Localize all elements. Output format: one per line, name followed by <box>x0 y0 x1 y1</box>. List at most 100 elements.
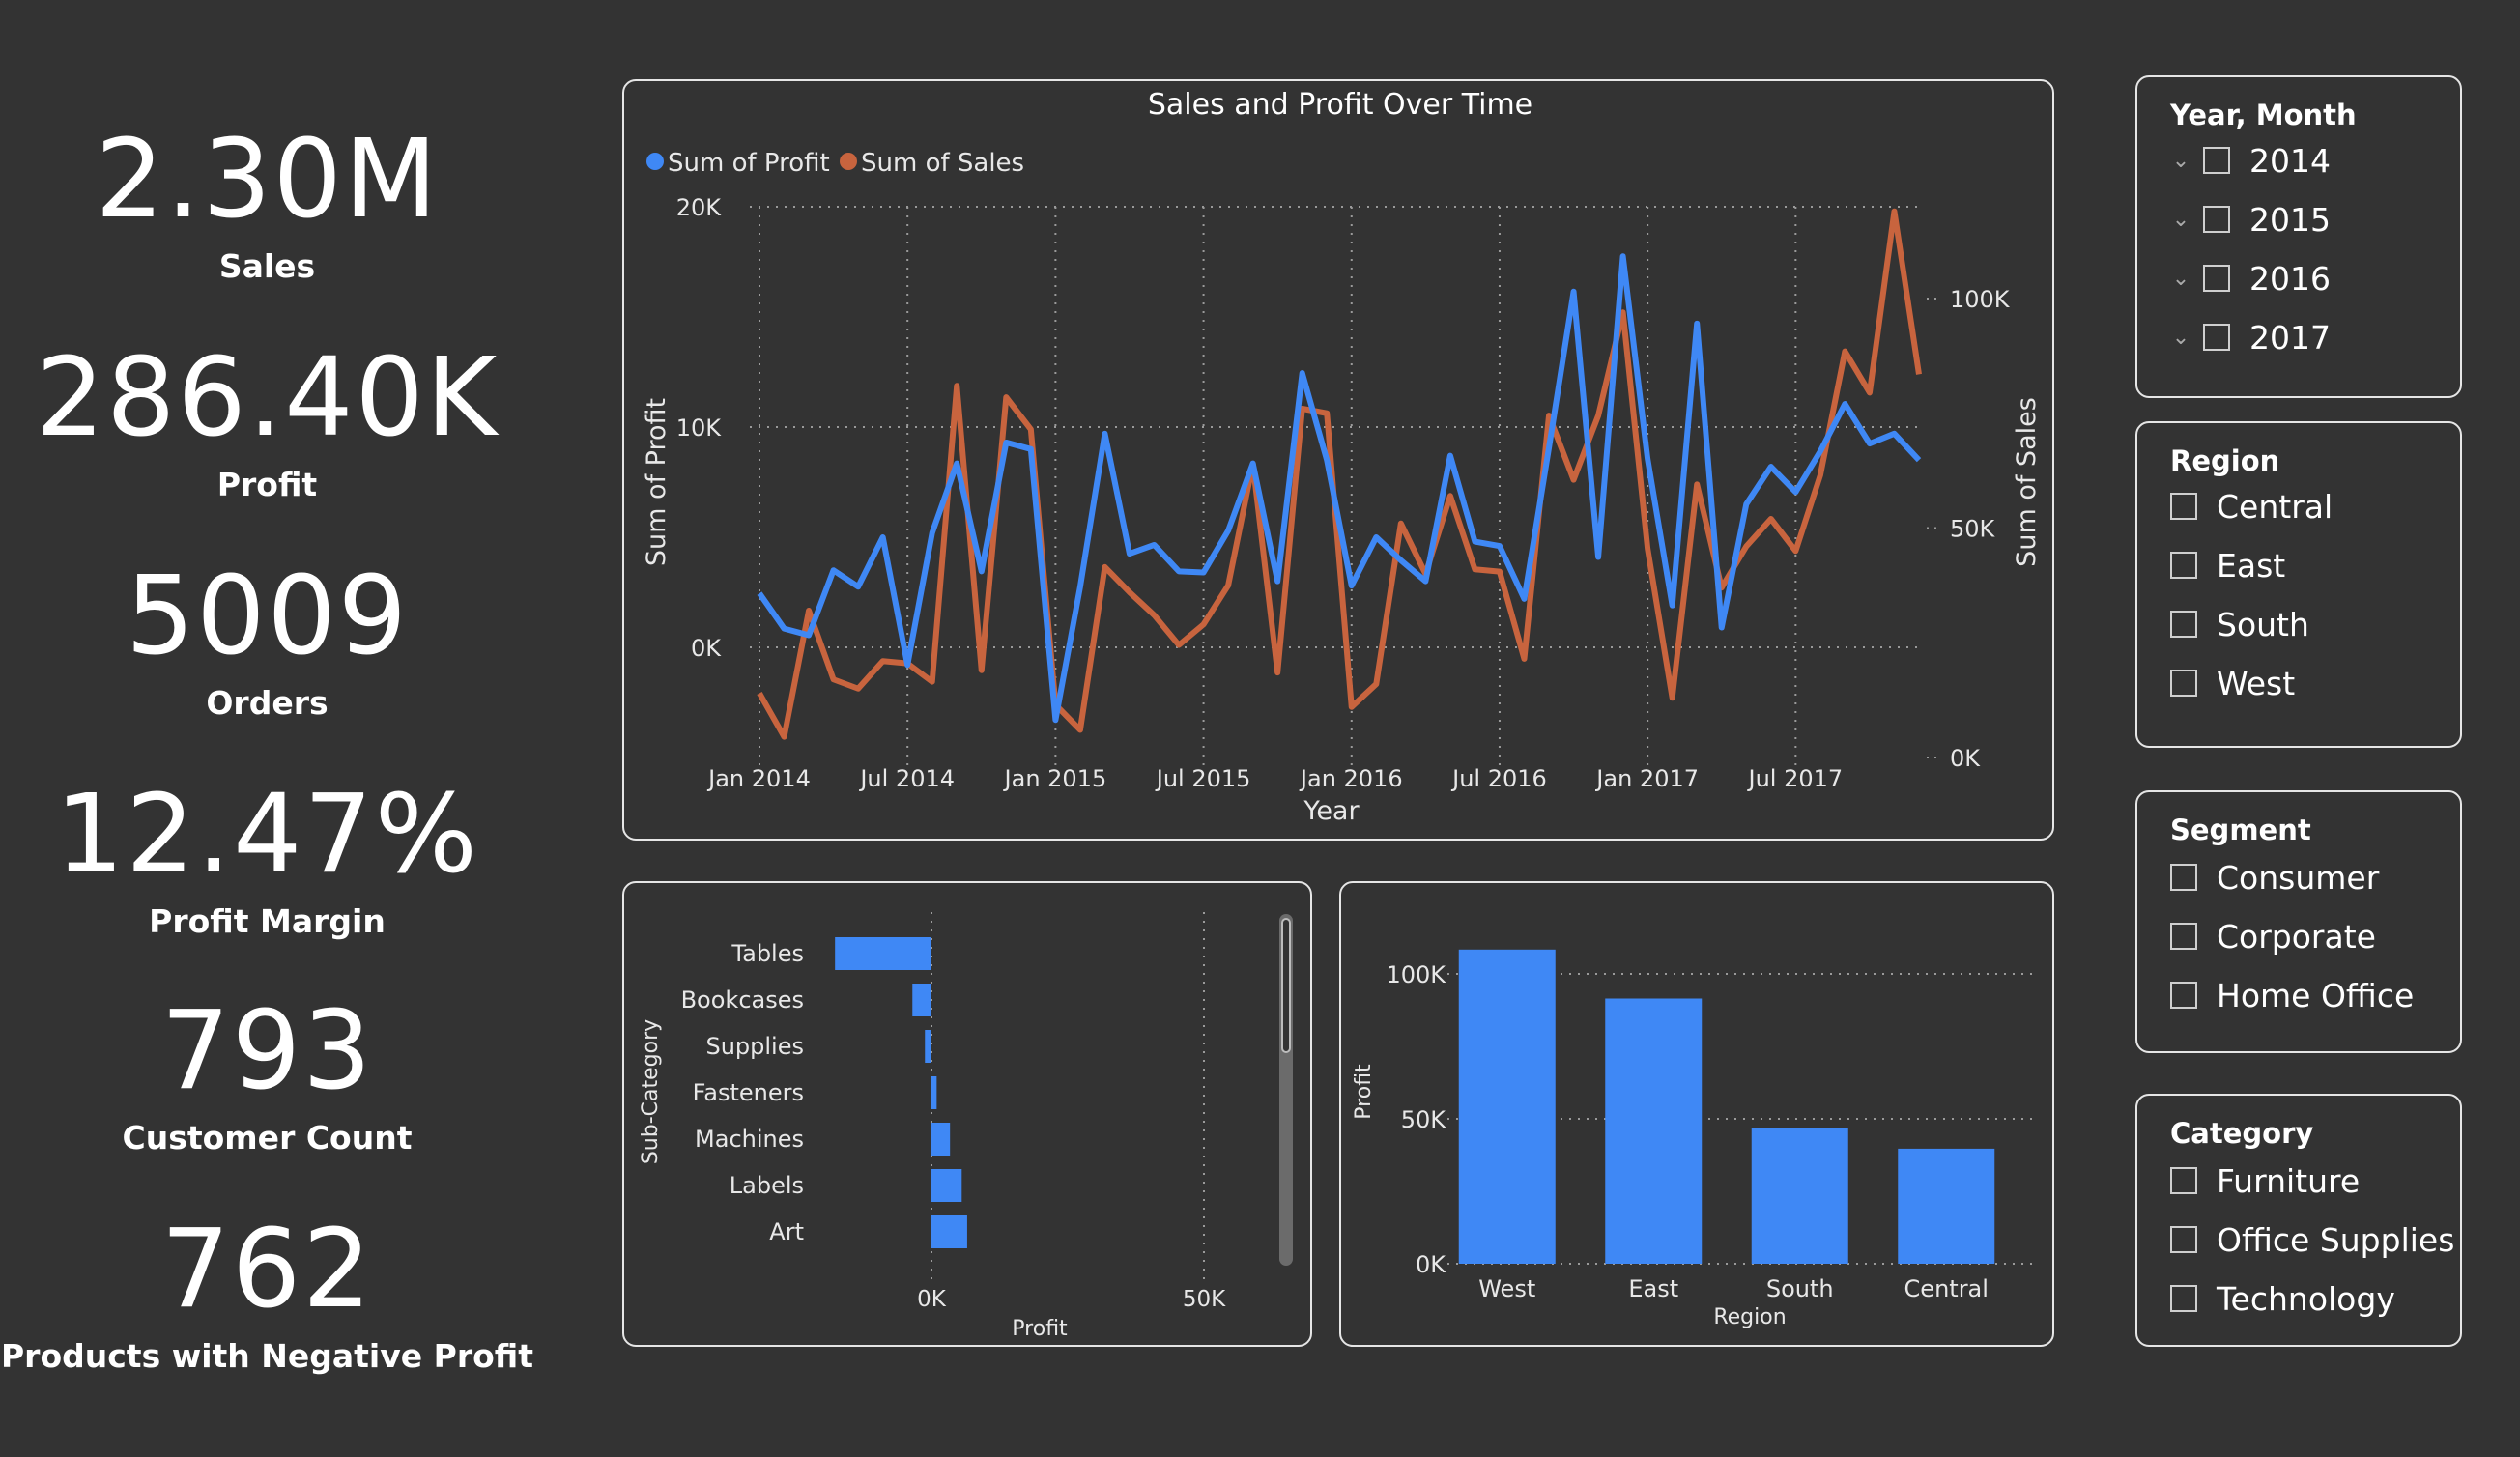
slicer-item-central[interactable]: Central <box>2170 487 2333 526</box>
category-label: Machines <box>695 1126 804 1153</box>
y-tick-label: 0K <box>1416 1251 1446 1278</box>
slicer-item-west[interactable]: West <box>2170 664 2295 702</box>
region-bar-chart[interactable]: 100K 50K 0K West East South Central Region Profi… <box>1341 883 2056 1349</box>
kpi-customer-count: 793 Customer Count <box>0 997 534 1157</box>
kpi-profit: 286.40K Profit <box>0 344 534 503</box>
checkbox[interactable] <box>2170 1167 2197 1194</box>
category-label: Fasteners <box>693 1079 804 1106</box>
slicer-category: Category Furniture Office Supplies Techn… <box>2135 1094 2462 1347</box>
chart-title: Sales and Profit Over Time <box>1148 88 1532 122</box>
slicer-item-corporate[interactable]: Corporate <box>2170 917 2376 956</box>
slicer-item-consumer[interactable]: Consumer <box>2170 858 2379 897</box>
bar-central <box>1898 1148 1995 1264</box>
subcategory-scrollbar-thumb[interactable] <box>1281 918 1291 1053</box>
slicer-segment-title: Segment <box>2170 814 2311 846</box>
checkbox[interactable] <box>2203 265 2230 292</box>
x-axis-title: Profit <box>1012 1317 1068 1341</box>
slicer-item-furniture[interactable]: Furniture <box>2170 1161 2360 1200</box>
slicer-item-label: 2016 <box>2249 259 2331 298</box>
kpi-negative-profit-products-label: Products with Negative Profit <box>1 1337 533 1375</box>
slicer-item-2015[interactable]: ⌄ 2015 <box>2166 200 2331 239</box>
slicer-year-month-title: Year, Month <box>2170 99 2357 131</box>
slicer-category-title: Category <box>2170 1117 2314 1150</box>
y2-axis-title: Sum of Sales <box>2012 397 2042 567</box>
x-tick-label: Jan 2014 <box>706 765 811 792</box>
checkbox[interactable] <box>2170 1226 2197 1253</box>
x-tick-label: Jul 2017 <box>1747 765 1844 792</box>
slicer-region-title: Region <box>2170 444 2280 477</box>
legend-marker-sales <box>840 153 857 170</box>
line-chart-panel[interactable]: Sales and Profit Over Time Sum of Profit S… <box>622 79 2054 841</box>
slicer-year-month: Year, Month ⌄ 2014 ⌄ 2015 ⌄ 2016 ⌄ 2017 <box>2135 75 2462 398</box>
slicer-item-technology[interactable]: Technology <box>2170 1279 2395 1318</box>
subcategory-bar-chart[interactable]: Tables Bookcases Supplies Fasteners Machines… <box>624 883 1314 1349</box>
legend-label-sales: Sum of Sales <box>861 149 1024 178</box>
bar-art <box>931 1215 967 1248</box>
checkbox[interactable] <box>2170 982 2197 1009</box>
checkbox[interactable] <box>2170 552 2197 579</box>
checkbox[interactable] <box>2170 670 2197 697</box>
kpi-customer-count-label: Customer Count <box>122 1119 413 1157</box>
kpi-profit-margin-value: 12.47% <box>54 772 480 898</box>
category-label: Supplies <box>705 1033 804 1060</box>
chevron-down-icon[interactable]: ⌄ <box>2166 267 2195 291</box>
chevron-down-icon[interactable]: ⌄ <box>2166 149 2195 173</box>
x-tick-label: Jul 2014 <box>858 765 955 792</box>
slicer-item-label: 2014 <box>2249 141 2331 180</box>
slicer-item-east[interactable]: East <box>2170 546 2285 585</box>
checkbox[interactable] <box>2170 611 2197 638</box>
x-tick-label: 50K <box>1183 1287 1226 1312</box>
kpi-profit-value: 286.40K <box>35 335 500 461</box>
slicer-item-label: Technology <box>2217 1279 2395 1318</box>
slicer-item-south[interactable]: South <box>2170 605 2309 643</box>
category-label: Tables <box>730 940 804 967</box>
checkbox[interactable] <box>2170 1285 2197 1312</box>
slicer-item-label: 2015 <box>2249 200 2331 239</box>
checkbox[interactable] <box>2203 147 2230 174</box>
y2-tick-label: 0K <box>1950 745 1981 772</box>
slicer-item-2016[interactable]: ⌄ 2016 <box>2166 259 2331 298</box>
slicer-item-label: Office Supplies <box>2217 1220 2455 1259</box>
slicer-item-home-office[interactable]: Home Office <box>2170 976 2414 1014</box>
checkbox[interactable] <box>2170 923 2197 950</box>
y-axis-title: Sub-Category <box>639 1019 663 1164</box>
series-line-sales <box>757 208 1922 740</box>
y-tick-label: 20K <box>676 194 723 221</box>
chevron-down-icon[interactable]: ⌄ <box>2166 208 2195 232</box>
x-axis-title: Region <box>1713 1305 1786 1329</box>
chevron-down-icon[interactable]: ⌄ <box>2166 326 2195 350</box>
slicer-item-label: Home Office <box>2217 976 2415 1014</box>
category-label: Bookcases <box>681 986 804 1014</box>
y2-tick-label: 50K <box>1950 516 1996 543</box>
x-axis-title: Year <box>1303 796 1360 826</box>
kpi-customer-count-value: 793 <box>160 988 374 1114</box>
checkbox[interactable] <box>2203 206 2230 233</box>
slicer-item-office-supplies[interactable]: Office Supplies <box>2170 1220 2454 1259</box>
slicer-item-label: East <box>2217 546 2286 585</box>
bar-machines <box>931 1123 951 1156</box>
checkbox[interactable] <box>2170 864 2197 891</box>
category-label: East <box>1628 1275 1678 1302</box>
slicer-item-2017[interactable]: ⌄ 2017 <box>2166 318 2331 357</box>
y-tick-label: 10K <box>676 414 723 442</box>
slicer-item-2014[interactable]: ⌄ 2014 <box>2166 141 2331 180</box>
slicer-item-label: West <box>2217 664 2296 702</box>
category-label: South <box>1766 1275 1834 1302</box>
slicer-segment: Segment Consumer Corporate Home Office <box>2135 790 2462 1053</box>
slicer-item-label: 2017 <box>2249 318 2331 357</box>
region-chart-panel[interactable]: 100K 50K 0K West East South Central Region Profi… <box>1339 881 2054 1347</box>
kpi-sales-label: Sales <box>218 247 316 285</box>
kpi-negative-profit-products: 762 Products with Negative Profit <box>0 1215 534 1375</box>
x-tick-label: 0K <box>917 1287 947 1312</box>
legend-marker-profit <box>646 153 664 170</box>
y-tick-label: 50K <box>1401 1106 1447 1133</box>
checkbox[interactable] <box>2170 493 2197 520</box>
checkbox[interactable] <box>2203 324 2230 351</box>
bar-labels <box>931 1169 962 1202</box>
slicer-item-label: Furniture <box>2217 1161 2361 1200</box>
y-tick-label: 100K <box>1386 961 1446 988</box>
subcategory-chart-panel[interactable]: Tables Bookcases Supplies Fasteners Machines… <box>622 881 1312 1347</box>
category-label: West <box>1478 1275 1535 1302</box>
line-chart[interactable]: Sales and Profit Over Time Sum of Profit S… <box>624 81 2056 843</box>
bar-bookcases <box>912 984 931 1016</box>
